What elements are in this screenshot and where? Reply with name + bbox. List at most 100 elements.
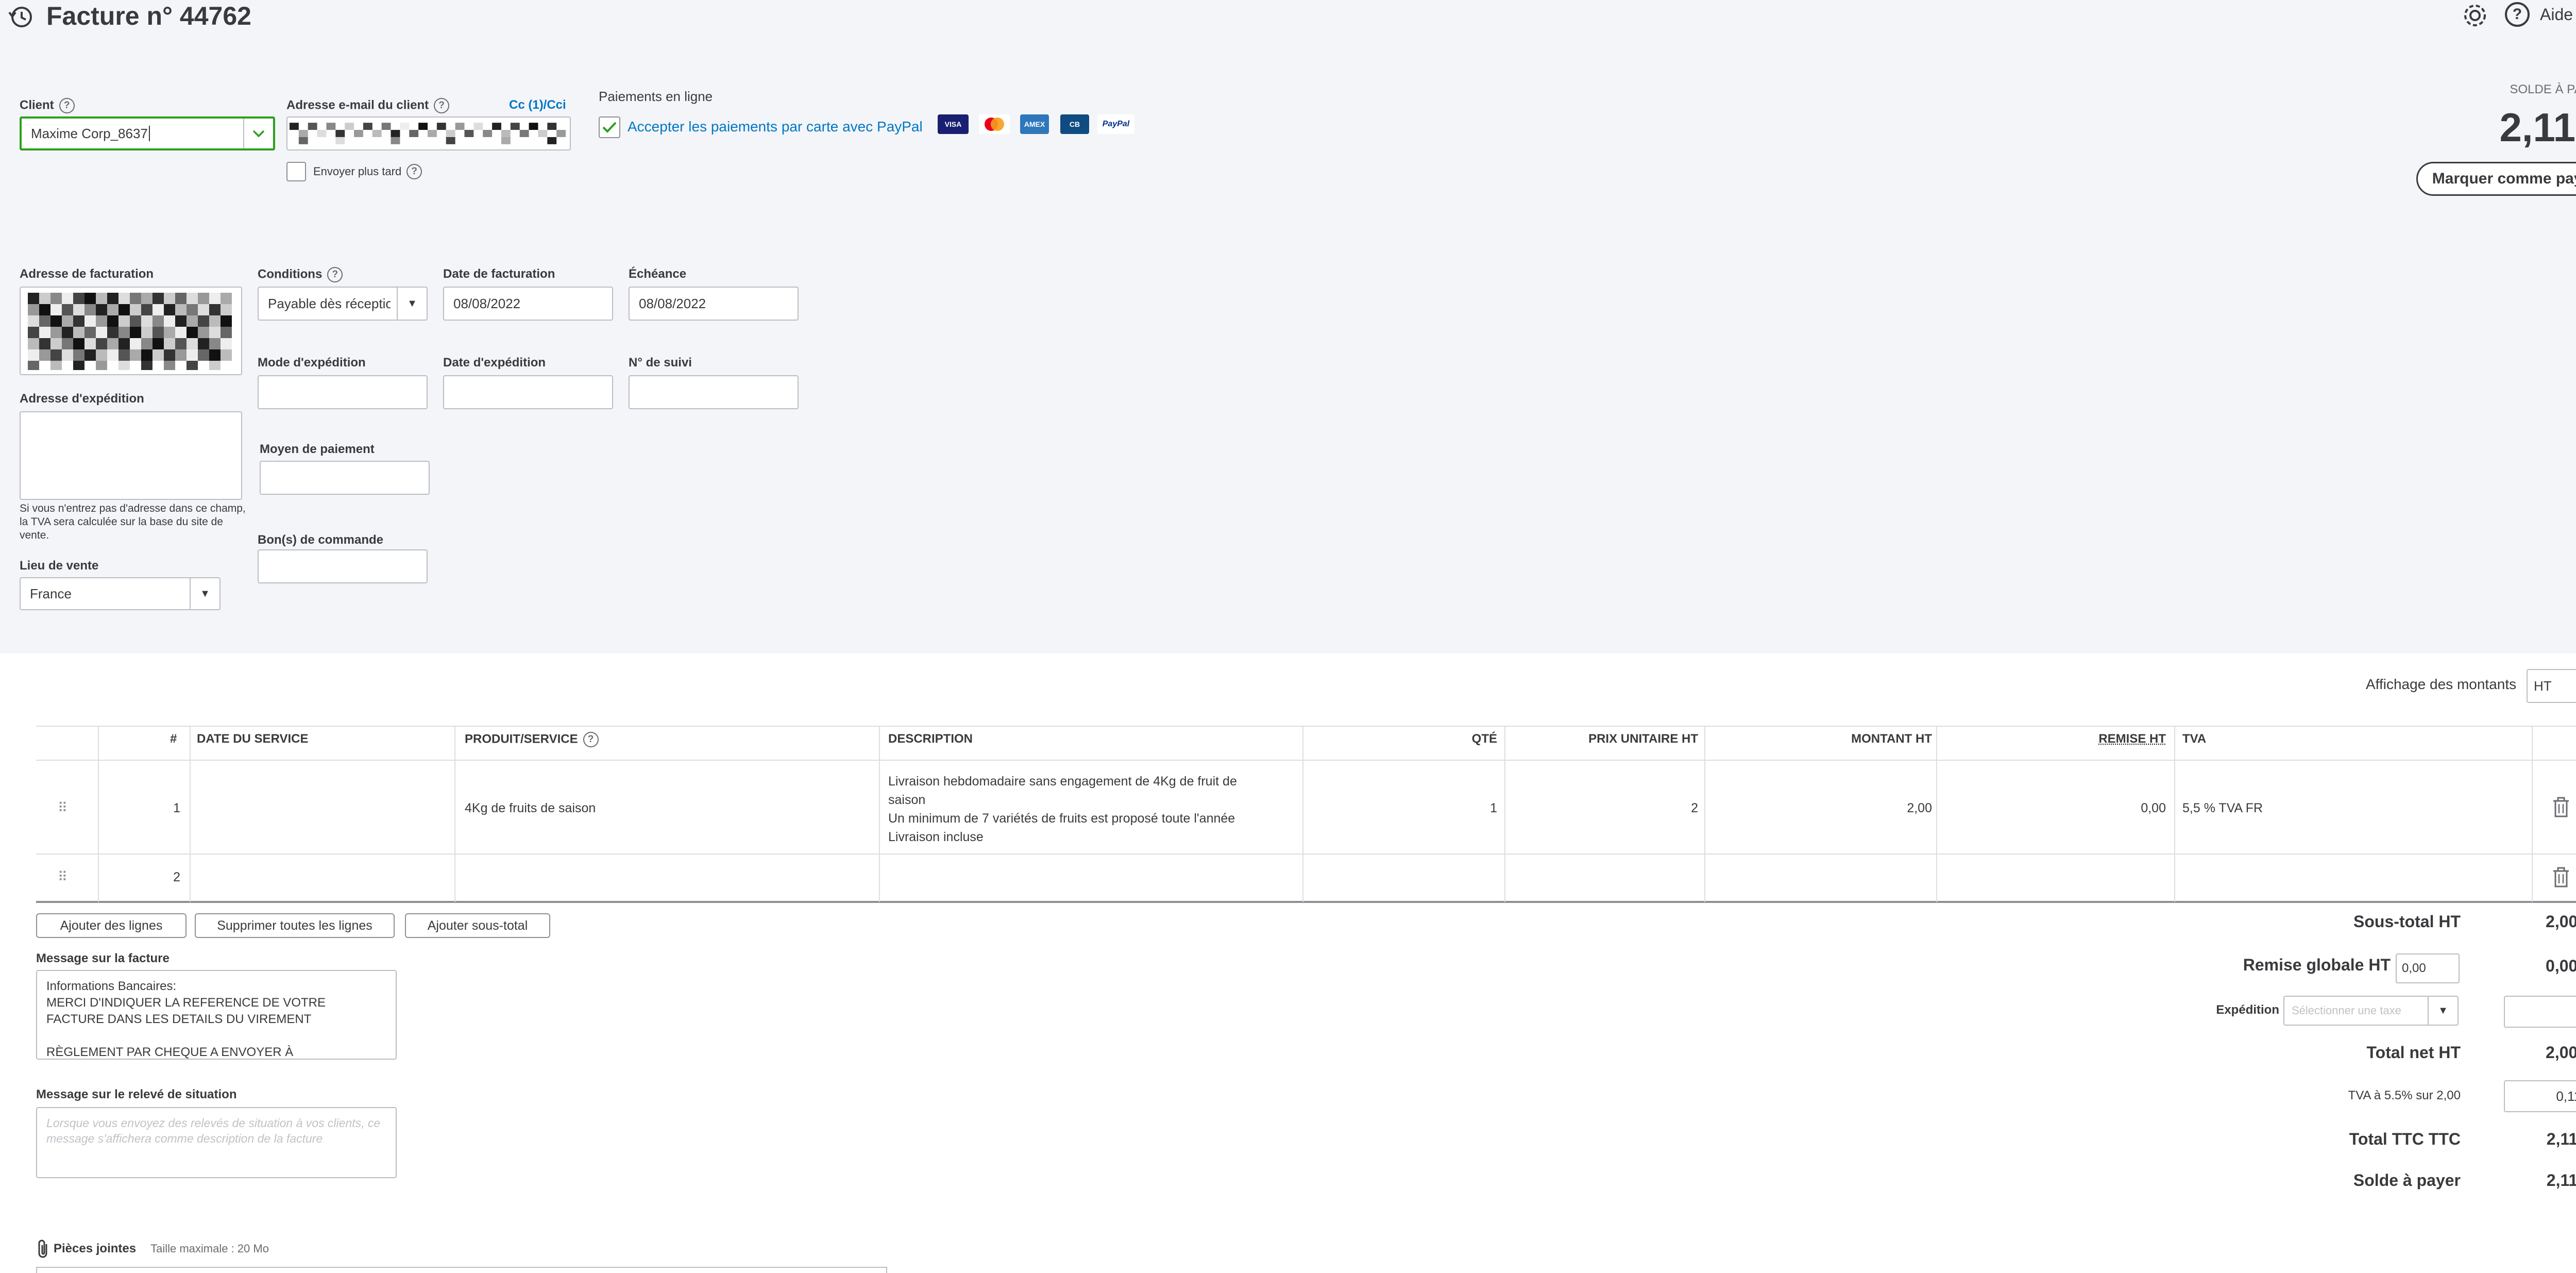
recent-history-icon[interactable] — [7, 3, 34, 30]
cb-card-icon: CB — [1060, 114, 1089, 134]
trash-icon[interactable] — [2552, 797, 2570, 817]
column-header-amount[interactable]: MONTANT HT — [1716, 732, 1932, 746]
send-later-option[interactable]: Envoyer plus tard ? — [286, 162, 422, 181]
row-qty[interactable]: 1 — [1391, 801, 1497, 816]
column-divider — [1704, 727, 1705, 902]
ship-date-field[interactable] — [443, 375, 613, 409]
message-line: MERCI D'INDIQUER LA REFERENCE DE VOTRE — [46, 996, 326, 1010]
paypal-checkbox[interactable] — [599, 116, 620, 138]
amex-icon: AMEX — [1020, 114, 1049, 134]
balance-due-total-label: Solde à payer — [2353, 1171, 2461, 1190]
trash-icon[interactable] — [2552, 867, 2570, 887]
invoice-message-field[interactable]: Informations Bancaires: MERCI D'INDIQUER… — [36, 970, 397, 1060]
column-header-qty[interactable]: QTÉ — [1391, 732, 1497, 746]
description-line: Livraison incluse — [888, 830, 984, 844]
net-total-label: Total net HT — [2366, 1043, 2461, 1062]
due-date-field[interactable]: 08/08/2022 — [629, 287, 799, 321]
balance-due-amount: 2,11 € — [2499, 105, 2576, 150]
page-title: Facture n° 44762 — [46, 2, 251, 30]
column-header-description[interactable]: DESCRIPTION — [888, 732, 973, 746]
place-of-sale-label: Lieu de vente — [20, 559, 99, 573]
billing-address-label: Adresse de facturation — [20, 267, 154, 281]
invoice-message-label: Message sur la facture — [36, 951, 170, 965]
help-icon[interactable]: ? — [327, 267, 343, 282]
vat-label: TVA à 5.5% sur 2,00 — [2348, 1088, 2461, 1102]
attachments-dropzone[interactable] — [36, 1267, 887, 1273]
help-icon[interactable]: ? — [583, 732, 599, 747]
caret-down-icon[interactable]: ▼ — [2428, 997, 2458, 1025]
statement-message-field[interactable]: Lorsque vous envoyez des relevés de situ… — [36, 1107, 397, 1178]
help-icon[interactable]: ? — [434, 98, 450, 113]
clear-all-lines-button[interactable]: Supprimer toutes les lignes — [195, 913, 395, 938]
paypal-accept-label[interactable]: Accepter les paiements par carte avec Pa… — [628, 119, 923, 135]
row-product[interactable]: 4Kg de fruits de saison — [465, 801, 596, 816]
question-icon: ? — [2505, 2, 2530, 27]
shipping-address-note: Si vous n'entrez pas d'adresse dans ce c… — [20, 502, 246, 541]
total-ttc-value: 2,11 € — [2546, 1130, 2576, 1148]
row-discount[interactable]: 0,00 — [1947, 801, 2166, 816]
column-header-service-date[interactable]: DATE DU SERVICE — [197, 732, 308, 746]
payment-method-field[interactable] — [260, 461, 430, 495]
column-divider — [2532, 727, 2533, 902]
table-header-border — [36, 760, 2576, 761]
help-icon[interactable]: ? — [59, 98, 75, 113]
shipping-address-field[interactable] — [20, 411, 242, 500]
column-divider — [454, 727, 455, 902]
email-field[interactable] — [286, 116, 571, 150]
invoice-date-field[interactable]: 08/08/2022 — [443, 287, 613, 321]
cc-bcc-link[interactable]: Cc (1)/Cci — [509, 98, 566, 112]
column-header-discount[interactable]: REMISE HT — [1947, 732, 2166, 746]
drag-handle-icon[interactable]: ⠿ — [58, 869, 67, 885]
shipping-amount-input[interactable] — [2504, 996, 2576, 1028]
caret-down-icon[interactable]: ▼ — [397, 288, 427, 320]
online-payments-label: Paiements en ligne — [599, 89, 713, 104]
column-header-unit-price[interactable]: PRIX UNITAIRE HT — [1515, 732, 1698, 746]
description-line: Un minimum de 7 variétés de fruits est p… — [888, 811, 1235, 826]
shipping-label: Expédition — [2216, 1003, 2279, 1017]
global-discount-label: Remise globale HT — [2243, 956, 2391, 974]
attachments-header[interactable]: Pièces jointes Taille maximale : 20 Mo — [36, 1239, 269, 1259]
ship-via-label: Mode d'expédition — [258, 356, 366, 370]
terms-select[interactable]: Payable dès réception ▼ — [258, 287, 428, 321]
help-icon[interactable]: ? — [406, 164, 422, 179]
purchase-orders-field[interactable] — [258, 549, 428, 583]
visa-icon: VISA — [938, 114, 969, 134]
amounts-display-select[interactable]: HT ▼ — [2527, 669, 2576, 703]
send-later-checkbox[interactable] — [286, 162, 306, 181]
terms-label: Conditions? — [258, 267, 343, 282]
gear-icon[interactable] — [2462, 2, 2488, 29]
column-divider — [1936, 727, 1937, 902]
drag-handle-icon[interactable]: ⠿ — [58, 800, 67, 816]
shipping-tax-select[interactable]: Sélectionner une taxe ▼ — [2283, 996, 2459, 1026]
vat-amount-input[interactable]: 0,11 — [2504, 1080, 2576, 1112]
mark-as-paid-button[interactable]: Marquer comme payé — [2416, 162, 2576, 196]
client-label: Client? — [20, 98, 75, 113]
message-line: RÈGLEMENT PAR CHEQUE A ENVOYER À — [46, 1045, 294, 1059]
row-amount[interactable]: 2,00 — [1716, 801, 1932, 816]
message-line: FACTURE DANS LES DETAILS DU VIREMENT — [46, 1012, 312, 1026]
help-button[interactable]: ? Aide — [2505, 2, 2573, 27]
client-select[interactable]: Maxime Corp_8637 — [20, 116, 275, 150]
row-vat[interactable]: 5,5 % TVA FR — [2182, 801, 2263, 816]
column-divider — [1504, 727, 1505, 902]
add-subtotal-button[interactable]: Ajouter sous-total — [405, 913, 550, 938]
message-line: Informations Bancaires: — [46, 979, 177, 993]
caret-down-icon[interactable]: ▼ — [190, 578, 219, 609]
place-of-sale-select[interactable]: France ▼ — [20, 577, 221, 610]
column-divider — [190, 727, 191, 902]
shipping-tax-placeholder: Sélectionner une taxe — [2292, 1004, 2401, 1017]
row-unit-price[interactable]: 2 — [1515, 801, 1698, 816]
row-description[interactable]: Livraison hebdomadaire sans engagement d… — [888, 772, 1237, 846]
due-date-label: Échéance — [629, 267, 687, 281]
global-discount-input[interactable]: 0,00 — [2396, 953, 2460, 983]
table-top-border — [36, 726, 2576, 727]
column-header-num: # — [170, 732, 177, 746]
tracking-field[interactable] — [629, 375, 799, 409]
column-header-vat[interactable]: TVA — [2182, 732, 2206, 746]
column-header-product[interactable]: PRODUIT/SERVICE? — [465, 732, 599, 747]
redacted-email — [289, 123, 566, 144]
ship-via-field[interactable] — [258, 375, 428, 409]
add-lines-button[interactable]: Ajouter des lignes — [36, 913, 187, 938]
billing-address-field[interactable] — [20, 287, 242, 375]
chevron-down-icon[interactable] — [243, 119, 273, 148]
